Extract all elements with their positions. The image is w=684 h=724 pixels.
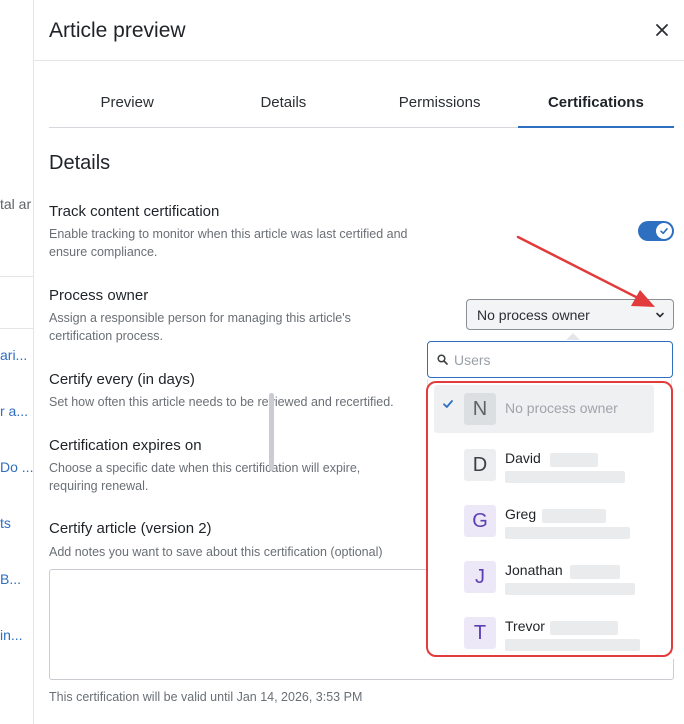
- expires-on-desc: Choose a specific date when this certifi…: [49, 461, 361, 493]
- close-button[interactable]: [652, 20, 672, 40]
- tab-bar: Preview Details Permissions Certificatio…: [49, 78, 675, 128]
- redacted-text: [570, 565, 620, 579]
- certify-article-desc: Add notes you want to save about this ce…: [49, 545, 383, 559]
- check-icon: [443, 400, 453, 408]
- user-name: Jonathan: [505, 562, 563, 578]
- users-list: N No process owner D David G Greg J Jona…: [427, 379, 672, 654]
- bg-link[interactable]: r a...: [0, 403, 28, 419]
- chevron-down-icon: [656, 312, 664, 318]
- bg-divider: [0, 276, 33, 277]
- avatar: N: [464, 393, 496, 425]
- process-owner-desc: Assign a responsible person for managing…: [49, 311, 351, 343]
- redacted-text: [505, 583, 635, 595]
- tab-certifications[interactable]: Certifications: [517, 78, 675, 128]
- redacted-text: [505, 527, 630, 539]
- user-name: David: [505, 450, 541, 466]
- dropdown-caret: [566, 333, 580, 340]
- section-title: Details: [49, 152, 111, 174]
- bg-divider: [0, 328, 33, 329]
- background-page: tal ar ari... r a... Do ... ts B... in..…: [0, 0, 34, 724]
- certification-validity-note: This certification will be valid until J…: [49, 690, 363, 704]
- bg-link[interactable]: in...: [0, 627, 23, 643]
- search-icon: [437, 354, 448, 365]
- avatar: T: [464, 617, 496, 649]
- close-icon: [656, 24, 668, 36]
- list-item-no-owner[interactable]: N No process owner: [434, 385, 654, 433]
- avatar: J: [464, 561, 496, 593]
- user-name: Trevor: [505, 618, 545, 634]
- track-certification-toggle[interactable]: [638, 221, 674, 241]
- redacted-text: [550, 453, 598, 467]
- process-owner-label: Process owner: [49, 287, 149, 304]
- avatar: G: [464, 505, 496, 537]
- redacted-text: [550, 621, 618, 635]
- list-item-user[interactable]: T Trevor: [434, 609, 654, 654]
- users-search-input[interactable]: [454, 349, 654, 371]
- expires-on-label: Certification expires on: [49, 437, 202, 454]
- users-search-box[interactable]: [427, 341, 673, 378]
- toggle-knob: [656, 223, 672, 239]
- process-owner-dropdown: N No process owner D David G Greg J Jona…: [426, 333, 676, 659]
- track-certification-label: Track content certification: [49, 203, 220, 220]
- tab-permissions[interactable]: Permissions: [362, 78, 518, 127]
- redacted-text: [542, 509, 606, 523]
- bg-link[interactable]: ari...: [0, 347, 27, 363]
- bg-link[interactable]: Do ...: [0, 459, 33, 475]
- panel-header: Article preview: [34, 0, 684, 61]
- track-certification-desc: Enable tracking to monitor when this art…: [49, 227, 408, 259]
- user-name: No process owner: [505, 400, 618, 416]
- redacted-text: [505, 639, 640, 651]
- tab-preview[interactable]: Preview: [49, 78, 205, 127]
- certify-article-label: Certify article (version 2): [49, 520, 212, 537]
- list-item-user[interactable]: D David: [434, 441, 654, 489]
- article-preview-panel: Article preview Preview Details Permissi…: [34, 0, 684, 724]
- avatar: D: [464, 449, 496, 481]
- certify-every-label: Certify every (in days): [49, 371, 195, 388]
- panel-title: Article preview: [49, 19, 186, 42]
- bg-link[interactable]: B...: [0, 571, 21, 587]
- check-icon: [660, 228, 668, 235]
- process-owner-value: No process owner: [477, 307, 590, 323]
- certify-every-desc: Set how often this article needs to be r…: [49, 395, 394, 409]
- bg-link[interactable]: ts: [0, 515, 11, 531]
- dropdown-scrollbar[interactable]: [269, 393, 274, 471]
- bg-snippet: tal ar: [0, 196, 32, 212]
- list-item-user[interactable]: G Greg: [434, 497, 654, 545]
- user-name: Greg: [505, 506, 537, 522]
- process-owner-select[interactable]: No process owner: [466, 299, 674, 330]
- redacted-text: [505, 471, 625, 483]
- list-item-user[interactable]: J Jonathan: [434, 553, 654, 601]
- tab-details[interactable]: Details: [205, 78, 361, 127]
